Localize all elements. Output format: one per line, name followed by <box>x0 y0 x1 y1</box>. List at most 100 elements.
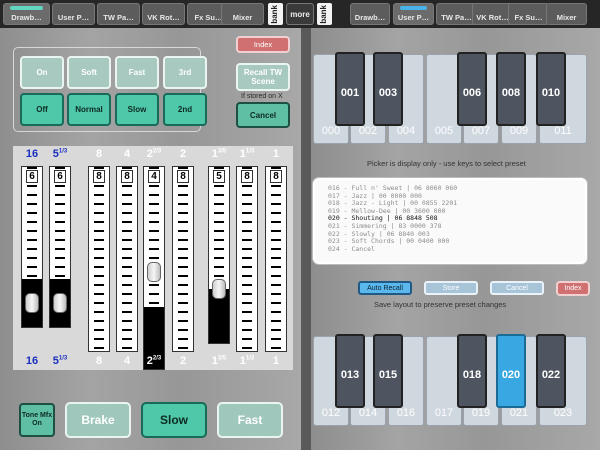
tab-left-0[interactable]: Drawb… <box>3 3 50 25</box>
drawbar-3[interactable]: 8 <box>116 166 138 352</box>
tab-left-3[interactable]: VK Rot… <box>142 3 185 25</box>
rotary-btn-3rd[interactable]: 3rd <box>163 56 207 89</box>
key-020[interactable]: 020 <box>496 334 526 408</box>
key-001[interactable]: 001 <box>335 52 365 126</box>
key-label: 017 <box>434 407 454 419</box>
drawbar-2[interactable]: 8 <box>88 166 110 352</box>
key-label: 005 <box>434 125 454 137</box>
drawbar-knob[interactable] <box>147 262 161 282</box>
tab-right-4[interactable]: Fx Su… <box>508 3 549 25</box>
key-label: 021 <box>509 407 529 419</box>
more-button[interactable]: more <box>286 3 314 25</box>
tab-right-5[interactable]: Mixer <box>546 3 587 25</box>
drawbar-knob[interactable] <box>212 279 226 299</box>
key-label: 014 <box>358 407 378 419</box>
drawbar-header-2: 8 <box>87 148 111 160</box>
key-label: 008 <box>501 87 521 99</box>
drawbar-1[interactable]: 6 <box>49 166 71 328</box>
key-018[interactable]: 018 <box>457 334 487 408</box>
drawbar-header-3: 4 <box>115 148 139 160</box>
rotary-btn-2nd[interactable]: 2nd <box>163 93 207 126</box>
key-010[interactable]: 010 <box>536 52 566 126</box>
tab-left-5[interactable]: Mixer <box>221 3 264 25</box>
drawbar-header-5: 2 <box>171 148 195 160</box>
key-013[interactable]: 013 <box>335 334 365 408</box>
drawbar-header-num: 2 <box>179 148 187 160</box>
drawbar-footer-6: 13/5 <box>207 355 231 367</box>
preset-item[interactable]: 024 - Cancel <box>315 245 585 254</box>
index-button-right[interactable]: Index <box>556 281 590 296</box>
picker-note: Picker is display only - use keys to sel… <box>367 159 526 168</box>
bank-button-right[interactable]: bank <box>317 3 332 25</box>
drawbar-value: 6 <box>54 170 66 183</box>
drawbar-footer-8: 1 <box>264 355 288 367</box>
key-label: 012 <box>321 407 341 419</box>
preset-picker[interactable]: 016 - Full n' Sweet | 06 8060 060 017 - J… <box>313 178 587 264</box>
tab-right-3[interactable]: VK Rot… <box>472 3 513 25</box>
rotary-btn-off[interactable]: Off <box>20 93 64 126</box>
recall-tw-scene-button[interactable]: Recall TW Scene <box>236 63 290 91</box>
drawbar-knob[interactable] <box>25 293 39 313</box>
tab-left-1[interactable]: User P… <box>52 3 95 25</box>
key-006[interactable]: 006 <box>457 52 487 126</box>
drawbar-header-0: 16 <box>20 148 44 160</box>
tab-right-0[interactable]: Drawb… <box>350 3 390 25</box>
key-022[interactable]: 022 <box>536 334 566 408</box>
drawbar-header-fraction: 3/5 <box>217 148 227 155</box>
cancel-button-right[interactable]: Cancel <box>490 281 544 295</box>
drawbar-4[interactable]: 4 <box>143 166 165 370</box>
drawbar-6[interactable]: 5 <box>208 166 230 344</box>
key-label: 015 <box>378 369 398 381</box>
drawbar-knob[interactable] <box>53 293 67 313</box>
rotary-btn-fast[interactable]: Fast <box>115 56 159 89</box>
drawbar-ticks <box>178 167 188 351</box>
key-015[interactable]: 015 <box>373 334 403 408</box>
rotary-btn-soft[interactable]: Soft <box>67 56 111 89</box>
drawbar-ticks <box>242 167 252 351</box>
key-label: 001 <box>340 87 360 99</box>
tab-label: TW Pa… <box>441 13 472 22</box>
drawbar-value: 5 <box>213 170 225 183</box>
drawbar-footer-fraction: 1/3 <box>245 355 255 362</box>
fast-button[interactable]: Fast <box>217 402 283 438</box>
drawbar-header-num: 8 <box>95 148 103 160</box>
drawbar-footer-num: 4 <box>123 355 131 367</box>
drawbar-value: 6 <box>26 170 38 183</box>
tone-mfx-button[interactable]: Tone Mfx On <box>19 403 55 437</box>
bank-button-left[interactable]: bank <box>268 3 283 25</box>
tab-label: Mixer <box>556 13 577 22</box>
key-008[interactable]: 008 <box>496 52 526 126</box>
drawbar-header-fraction: 2/3 <box>152 148 162 155</box>
drawbar-0[interactable]: 6 <box>21 166 43 328</box>
auto-recall-button[interactable]: Auto Recall <box>358 281 412 295</box>
rotary-btn-on[interactable]: On <box>20 56 64 89</box>
cancel-button-left[interactable]: Cancel <box>236 102 290 128</box>
drawbar-5[interactable]: 8 <box>172 166 194 352</box>
store-button[interactable]: Store <box>424 281 478 295</box>
drawbar-header-4: 22/3 <box>142 148 166 160</box>
tab-left-2[interactable]: TW Pa… <box>97 3 140 25</box>
key-label: 000 <box>321 125 341 137</box>
drawbar-footer-1: 51/3 <box>48 355 72 367</box>
rotary-btn-normal[interactable]: Normal <box>67 93 111 126</box>
slow-button[interactable]: Slow <box>141 402 207 438</box>
drawbar-footer-fraction: 3/5 <box>217 355 227 362</box>
drawbar-value: 8 <box>177 170 189 183</box>
index-button[interactable]: Index <box>236 36 290 53</box>
drawbar-header-8: 1 <box>264 148 288 160</box>
drawbar-header-fraction: 1/3 <box>245 148 255 155</box>
brake-button[interactable]: Brake <box>65 402 131 438</box>
drawbar-8[interactable]: 8 <box>265 166 287 352</box>
drawbar-value: 8 <box>93 170 105 183</box>
tab-label: User P… <box>397 13 430 22</box>
tab-right-2[interactable]: TW Pa… <box>436 3 477 25</box>
tab-label: Mixer <box>232 13 253 22</box>
drawbar-7[interactable]: 8 <box>236 166 258 352</box>
drawbar-footer-num: 2 <box>179 355 187 367</box>
key-003[interactable]: 003 <box>373 52 403 126</box>
tab-right-1[interactable]: User P… <box>393 3 434 25</box>
rotary-btn-slow[interactable]: Slow <box>115 93 159 126</box>
drawbar-header-7: 11/3 <box>235 148 259 160</box>
stored-note: If stored on X <box>241 93 283 100</box>
tab-label: Fx Su… <box>514 13 543 22</box>
